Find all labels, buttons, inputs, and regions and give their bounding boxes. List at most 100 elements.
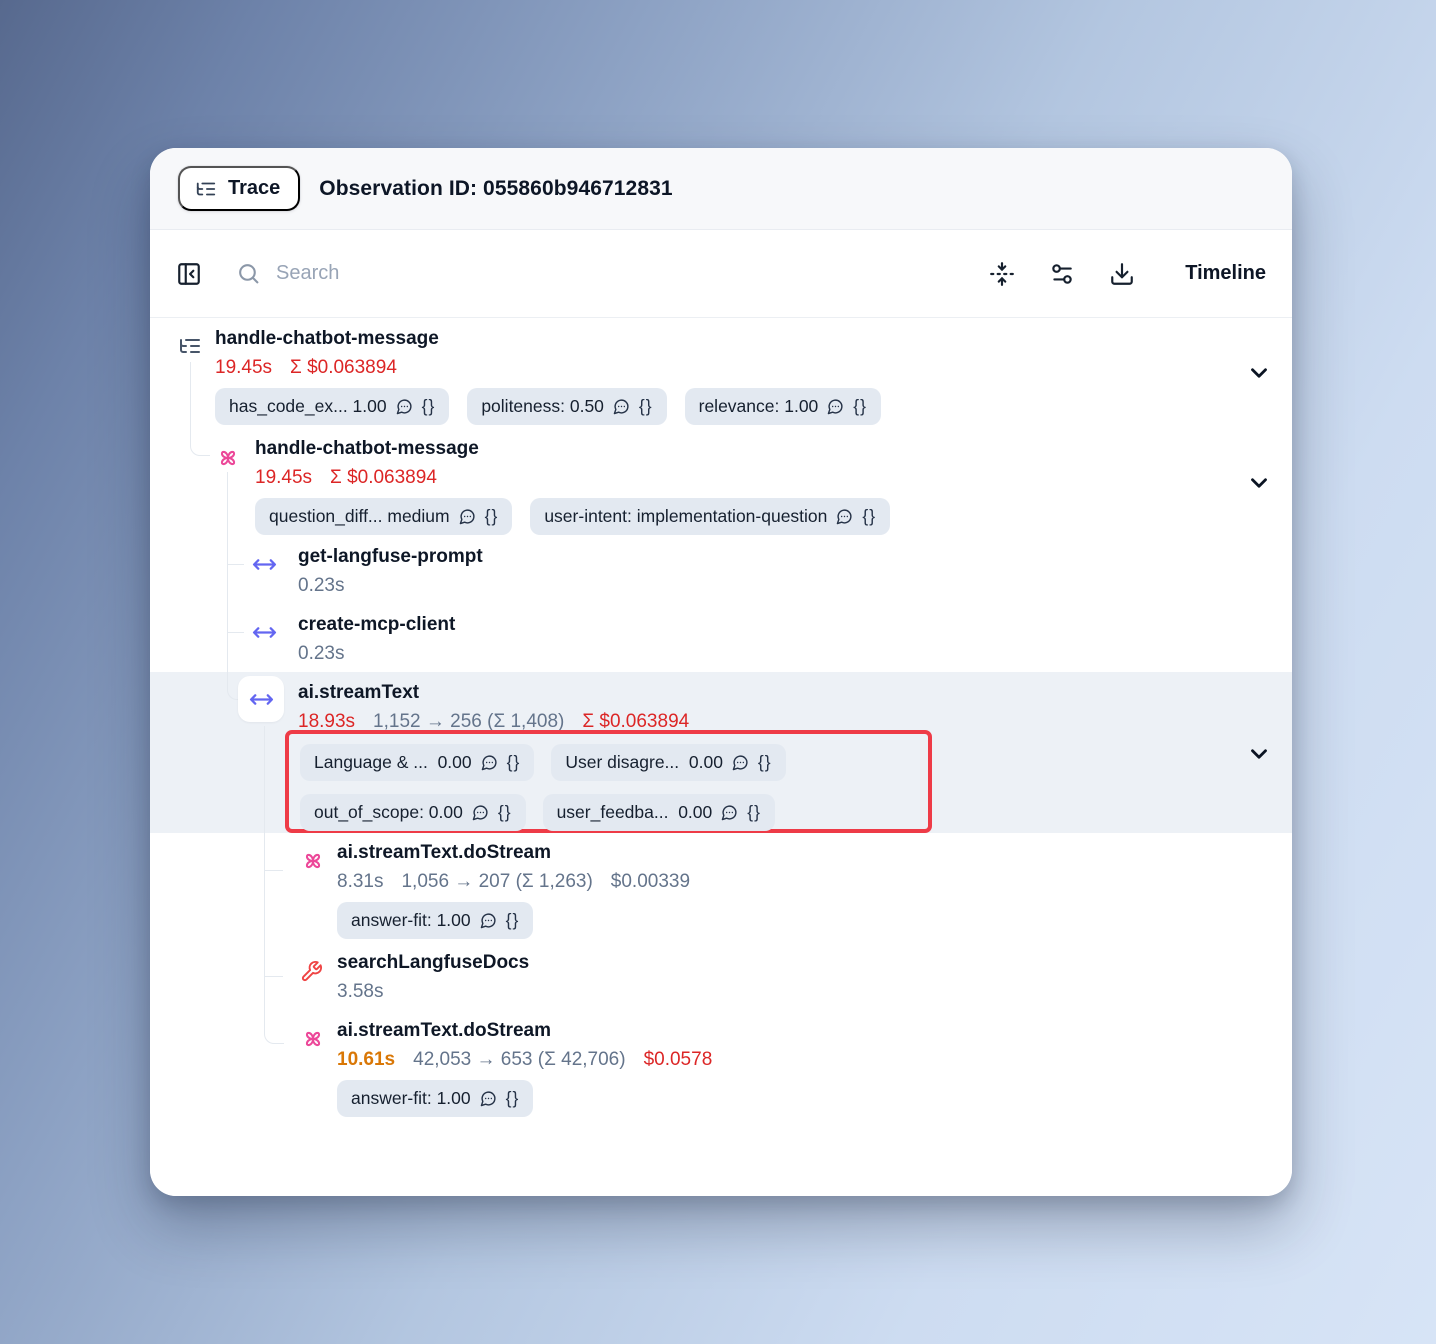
- metadata-braces: {}: [485, 506, 499, 527]
- score-badge[interactable]: user-intent: implementation-question {}: [530, 498, 890, 535]
- tree-connector: [228, 564, 244, 565]
- score-badge[interactable]: politeness: 0.50 {}: [467, 388, 666, 425]
- score-badge-label: politeness: 0.50: [481, 396, 604, 417]
- span-duration: 10.61s: [337, 1046, 395, 1074]
- comment-bubble-icon: [472, 804, 489, 821]
- span-title[interactable]: ai.streamText.doStream: [337, 1018, 712, 1044]
- generation-clover-icon: [300, 848, 326, 874]
- span-metrics: 3.58s: [337, 978, 529, 1006]
- tree-row-ai-streamtext-dostream-1[interactable]: ai.streamText.doStream 8.31s 1,056 → 207…: [300, 840, 690, 939]
- span-duration: 19.45s: [255, 464, 312, 492]
- score-badge[interactable]: user_feedba... 0.00 {}: [543, 794, 775, 831]
- tree-row-create-mcp-client[interactable]: create-mcp-client 0.23s: [252, 612, 455, 668]
- span-cost: $0.00339: [611, 868, 690, 896]
- fold-vertical-icon: [989, 261, 1015, 287]
- span-metrics: 8.31s 1,056 → 207 (Σ 1,263) $0.00339: [337, 868, 690, 896]
- comment-bubble-icon: [480, 912, 497, 929]
- panel-left-close-icon: [176, 261, 202, 287]
- download-button[interactable]: [1109, 261, 1135, 287]
- generation-clover-icon: [300, 1026, 326, 1052]
- comment-bubble-icon: [459, 508, 476, 525]
- wrench-tool-icon: [300, 960, 323, 983]
- collapse-row-button[interactable]: [1246, 470, 1272, 496]
- comment-bubble-icon: [480, 1090, 497, 1107]
- span-title[interactable]: create-mcp-client: [298, 612, 455, 638]
- comment-bubble-icon: [827, 398, 844, 415]
- comment-bubble-icon: [732, 754, 749, 771]
- span-metrics: 0.23s: [298, 640, 455, 668]
- score-badge[interactable]: relevance: 1.00 {}: [685, 388, 881, 425]
- span-title[interactable]: searchLangfuseDocs: [337, 950, 529, 976]
- comment-bubble-icon: [721, 804, 738, 821]
- search-icon: [236, 261, 261, 286]
- score-badge-label: answer-fit: 1.00: [351, 1088, 471, 1109]
- metadata-braces: {}: [639, 396, 653, 417]
- metadata-braces: {}: [498, 802, 512, 823]
- score-badges: Language & ... 0.00 {} User disagre... 0…: [300, 744, 916, 781]
- score-badge[interactable]: User disagre... 0.00 {}: [551, 744, 785, 781]
- span-title[interactable]: ai.streamText.doStream: [337, 840, 690, 866]
- view-settings-button[interactable]: [1049, 261, 1075, 287]
- score-badge[interactable]: out_of_scope: 0.00 {}: [300, 794, 526, 831]
- tree-connector: [264, 726, 284, 1044]
- tree-connector: [265, 976, 283, 977]
- tree-row-searchlangfusedocs[interactable]: searchLangfuseDocs 3.58s: [300, 950, 529, 1006]
- score-badges: has_code_ex... 1.00 {} politeness: 0.50 …: [215, 388, 881, 425]
- collapse-row-button[interactable]: [1246, 360, 1272, 386]
- tree-row-handle-chatbot-message-span[interactable]: handle-chatbot-message 19.45s Σ $0.06389…: [215, 436, 890, 535]
- timeline-toggle[interactable]: Timeline: [1185, 262, 1266, 285]
- span-title[interactable]: get-langfuse-prompt: [298, 544, 483, 570]
- comment-bubble-icon: [481, 754, 498, 771]
- span-duration: 0.23s: [298, 572, 344, 600]
- span-duration: 3.58s: [337, 978, 383, 1006]
- score-badge[interactable]: answer-fit: 1.00 {}: [337, 902, 533, 939]
- span-duration: 0.23s: [298, 640, 344, 668]
- span-title[interactable]: handle-chatbot-message: [215, 326, 881, 352]
- tree-connector: [228, 632, 244, 633]
- span-arrows-icon: [252, 620, 277, 645]
- span-arrows-icon: [249, 687, 274, 712]
- span-arrows-icon: [252, 552, 277, 577]
- metadata-braces: {}: [422, 396, 436, 417]
- score-badge[interactable]: answer-fit: 1.00 {}: [337, 1080, 533, 1117]
- observation-id-title: Observation ID: 055860b946712831: [319, 177, 672, 201]
- collapse-row-button[interactable]: [1246, 741, 1272, 767]
- span-duration: 8.31s: [337, 868, 383, 896]
- search-input[interactable]: [276, 262, 796, 285]
- collapse-all-button[interactable]: [989, 261, 1015, 287]
- comment-bubble-icon: [836, 508, 853, 525]
- tree-row-ai-streamtext-dostream-2[interactable]: ai.streamText.doStream 10.61s 42,053 → 6…: [300, 1018, 712, 1117]
- chevron-down-icon: [1246, 360, 1272, 386]
- span-duration: 19.45s: [215, 354, 272, 382]
- trace-type-button[interactable]: Trace: [178, 166, 300, 211]
- tree-row-handle-chatbot-message[interactable]: handle-chatbot-message 19.45s Σ $0.06389…: [178, 326, 881, 425]
- score-badge-label: out_of_scope: 0.00: [314, 802, 463, 823]
- span-metrics: 19.45s Σ $0.063894: [215, 354, 881, 382]
- collapse-panel-button[interactable]: [176, 261, 202, 287]
- score-badge[interactable]: Language & ... 0.00 {}: [300, 744, 534, 781]
- score-badge-label: User disagre... 0.00: [565, 752, 723, 773]
- tree-row-ai-streamtext[interactable]: ai.streamText 18.93s 1,152 → 256 (Σ 1,40…: [238, 680, 689, 736]
- comment-bubble-icon: [613, 398, 630, 415]
- score-badge-label: user-intent: implementation-question: [544, 506, 827, 527]
- span-cost: Σ $0.063894: [290, 354, 397, 382]
- span-cost: $0.0578: [644, 1046, 713, 1074]
- metadata-braces: {}: [506, 910, 520, 931]
- metadata-braces: {}: [853, 396, 867, 417]
- search-box: [236, 261, 989, 286]
- span-tokens: 1,056 → 207 (Σ 1,263): [401, 868, 592, 896]
- metadata-braces: {}: [862, 506, 876, 527]
- trace-icon: [178, 334, 202, 358]
- score-badge[interactable]: has_code_ex... 1.00 {}: [215, 388, 449, 425]
- span-metrics: 10.61s 42,053 → 653 (Σ 42,706) $0.0578: [337, 1046, 712, 1074]
- span-title[interactable]: handle-chatbot-message: [255, 436, 890, 462]
- metadata-braces: {}: [758, 752, 772, 773]
- span-title[interactable]: ai.streamText: [298, 680, 689, 706]
- trace-type-label: Trace: [228, 177, 280, 200]
- toolbar-right: Timeline: [989, 261, 1266, 287]
- score-badge[interactable]: question_diff... medium {}: [255, 498, 512, 535]
- download-icon: [1109, 261, 1135, 287]
- observation-tree: handle-chatbot-message 19.45s Σ $0.06389…: [150, 318, 1292, 1196]
- score-badges: question_diff... medium {} user-intent: …: [255, 498, 890, 535]
- tree-row-get-langfuse-prompt[interactable]: get-langfuse-prompt 0.23s: [252, 544, 483, 600]
